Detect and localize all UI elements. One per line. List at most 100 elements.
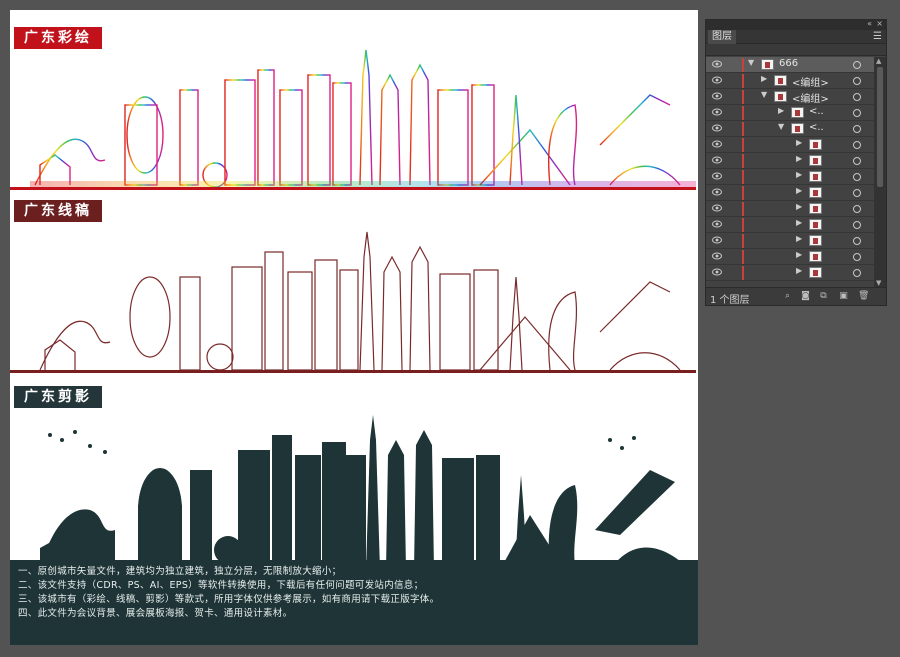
trash-icon[interactable]: 🗑 (858, 291, 869, 302)
eye-icon[interactable] (712, 124, 722, 132)
chevron-right-icon[interactable]: ▶ (796, 154, 802, 163)
eye-icon[interactable] (712, 236, 722, 244)
eye-icon[interactable] (712, 108, 722, 116)
target-circle-icon[interactable] (853, 205, 861, 213)
layer-thumbnail (809, 139, 822, 150)
target-circle-icon[interactable] (853, 93, 861, 101)
layer-color-bar (742, 266, 744, 280)
target-circle-icon[interactable] (853, 173, 861, 181)
chevron-right-icon[interactable]: ▶ (796, 218, 802, 227)
chevron-right-icon[interactable]: ▶ (796, 250, 802, 259)
eye-icon[interactable] (712, 76, 722, 84)
clipping-mask-icon[interactable]: ◙ (800, 291, 811, 302)
layer-thumbnail (809, 187, 822, 198)
layer-thumbnail (791, 123, 804, 134)
target-circle-icon[interactable] (853, 109, 861, 117)
layer-row-path[interactable]: ▶ (706, 265, 874, 281)
layer-row-path[interactable]: ▶ (706, 249, 874, 265)
layer-color-bar (742, 218, 744, 232)
eye-icon[interactable] (712, 140, 722, 148)
layer-row-666[interactable]: ▼ 666 (706, 57, 874, 73)
layer-name[interactable]: <.. (809, 122, 824, 133)
layer-row-path[interactable]: ▶ (706, 137, 874, 153)
layer-color-bar (742, 234, 744, 248)
eye-icon[interactable] (712, 204, 722, 212)
layer-row-path[interactable]: ▶ (706, 169, 874, 185)
target-circle-icon[interactable] (853, 61, 861, 69)
silhouette-skyline-illustration (10, 415, 698, 570)
chevron-down-icon[interactable]: ▼ (748, 58, 754, 67)
layer-row-path[interactable]: ▶ (706, 153, 874, 169)
eye-icon[interactable] (712, 268, 722, 276)
target-circle-icon[interactable] (853, 125, 861, 133)
layer-name[interactable]: <编组> (792, 74, 829, 89)
eye-icon[interactable] (712, 252, 722, 260)
layer-name[interactable]: <编组> (792, 90, 829, 105)
layer-row-path[interactable]: ▶ (706, 201, 874, 217)
layer-row-group[interactable]: ▼ <编组> (706, 89, 874, 105)
layer-name[interactable]: 666 (779, 58, 798, 69)
new-sublayer-icon[interactable]: ⧉ (818, 291, 829, 302)
chevron-down-icon[interactable]: ▼ (761, 90, 767, 99)
target-circle-icon[interactable] (853, 221, 861, 229)
eye-icon[interactable] (712, 60, 722, 68)
layer-color-bar (742, 138, 744, 152)
panel-title-bar[interactable]: « × (706, 19, 886, 30)
layer-row-subgroup[interactable]: ▼ <.. (706, 121, 874, 137)
target-circle-icon[interactable] (853, 189, 861, 197)
layer-row-path[interactable]: ▶ (706, 185, 874, 201)
scroll-down-icon[interactable]: ▼ (876, 279, 881, 287)
hamburger-menu-icon[interactable]: ☰ (873, 30, 882, 44)
panel-search-strip[interactable] (706, 44, 886, 56)
double-chevron-icon[interactable]: « (867, 19, 872, 28)
chevron-down-icon[interactable]: ▼ (778, 122, 784, 131)
layer-row-subgroup[interactable]: ▶ <.. (706, 105, 874, 121)
target-circle-icon[interactable] (853, 253, 861, 261)
chevron-right-icon[interactable]: ▶ (796, 170, 802, 179)
chevron-right-icon[interactable]: ▶ (761, 74, 767, 83)
layer-name[interactable]: <.. (809, 106, 824, 117)
new-layer-icon[interactable]: ▣ (838, 291, 849, 302)
layer-thumbnail (774, 75, 787, 86)
target-circle-icon[interactable] (853, 141, 861, 149)
target-circle-icon[interactable] (853, 77, 861, 85)
target-circle-icon[interactable] (853, 269, 861, 277)
notes-block: 一、原创城市矢量文件，建筑均为独立建筑，独立分层，无限制放大缩小； 二、该文件支… (18, 565, 618, 621)
target-circle-icon[interactable] (853, 237, 861, 245)
eye-icon[interactable] (712, 220, 722, 228)
eye-icon[interactable] (712, 156, 722, 164)
eye-icon[interactable] (712, 92, 722, 100)
layer-thumbnail (809, 235, 822, 246)
layer-row-group[interactable]: ▶ <编组> (706, 73, 874, 89)
layer-thumbnail (809, 219, 822, 230)
chevron-right-icon[interactable]: ▶ (796, 266, 802, 275)
chevron-right-icon[interactable]: ▶ (778, 106, 784, 115)
note-line: 三、该城市有（彩绘、线稿、剪影）等款式，所用字体仅供参考展示，如有商用请下载正版… (18, 594, 440, 605)
layer-list-scrollbar[interactable]: ▲ ▼ (874, 57, 886, 287)
note-line: 二、该文件支持（CDR、PS、AI、EPS）等软件转换使用，下载后有任何问题可发… (18, 580, 424, 591)
layer-thumbnail (791, 107, 804, 118)
chevron-right-icon[interactable]: ▶ (796, 202, 802, 211)
layer-row-path[interactable]: ▶ (706, 217, 874, 233)
close-icon[interactable]: × (876, 19, 883, 28)
layer-color-bar (742, 154, 744, 168)
layer-color-bar (742, 202, 744, 216)
layer-color-bar (742, 58, 744, 72)
layer-row-path[interactable]: ▶ (706, 233, 874, 249)
target-circle-icon[interactable] (853, 157, 861, 165)
layer-color-bar (742, 186, 744, 200)
chevron-right-icon[interactable]: ▶ (796, 234, 802, 243)
search-icon[interactable]: ⌕ (782, 291, 793, 302)
layer-thumbnail (809, 171, 822, 182)
scroll-up-icon[interactable]: ▲ (876, 57, 881, 65)
eye-icon[interactable] (712, 188, 722, 196)
layer-thumbnail (809, 203, 822, 214)
eye-icon[interactable] (712, 172, 722, 180)
artboard-canvas[interactable]: 广东彩绘 广东线稿 广东剪影 一、原创城市矢量文件，建筑均为独立建筑，独立分层，… (10, 10, 698, 645)
tab-layers[interactable]: 图层 (708, 30, 736, 44)
chevron-right-icon[interactable]: ▶ (796, 186, 802, 195)
layer-count: 1 个图层 (710, 295, 750, 306)
scroll-thumb[interactable] (877, 67, 883, 187)
layer-color-bar (742, 90, 744, 104)
chevron-right-icon[interactable]: ▶ (796, 138, 802, 147)
